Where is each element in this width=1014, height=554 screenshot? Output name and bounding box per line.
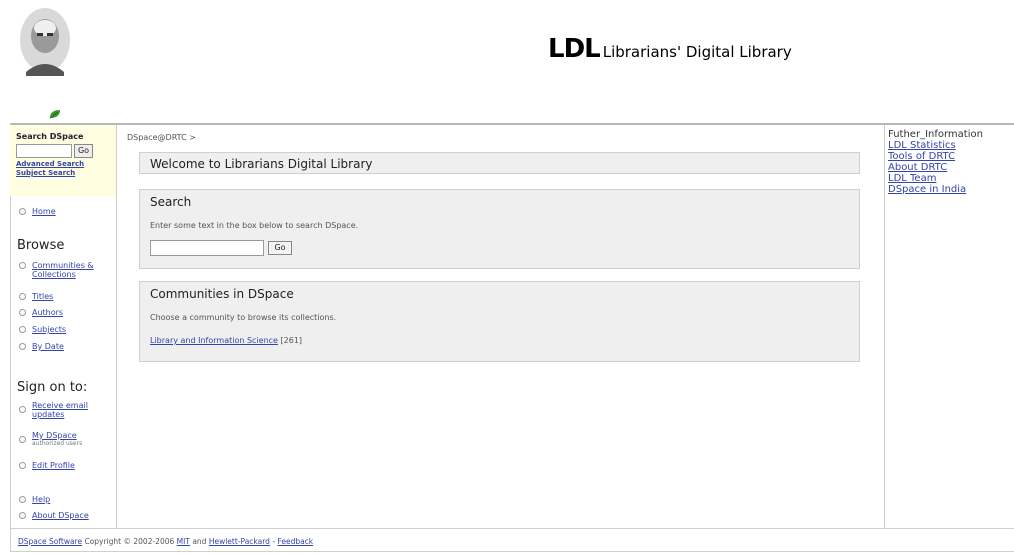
nav-item-receive-email[interactable]: Receive email updates: [10, 401, 108, 419]
bullet-icon: [19, 496, 26, 503]
ldl-team-link[interactable]: LDL Team: [888, 173, 1014, 184]
community-count: [261]: [280, 336, 303, 345]
bullet-icon: [19, 406, 26, 413]
nav-item-edit-profile[interactable]: Edit Profile: [10, 461, 75, 470]
subject-search-link[interactable]: Subject Search: [16, 169, 116, 178]
sidebar-go-button[interactable]: Go: [74, 144, 93, 158]
bullet-icon: [19, 343, 26, 350]
library-information-science-link[interactable]: Library and Information Science: [150, 336, 278, 345]
authors-link[interactable]: Authors: [32, 308, 63, 317]
further-information-title: Futher_Information: [888, 129, 983, 140]
feedback-link[interactable]: Feedback: [277, 537, 313, 546]
search-instructions: Enter some text in the box below to sear…: [150, 221, 359, 230]
dspace-in-india-link[interactable]: DSpace in India: [888, 184, 1014, 195]
bullet-icon: [19, 512, 26, 519]
nav-item-help[interactable]: Help: [10, 495, 50, 504]
sidebar-search-title: Search DSpace: [16, 132, 84, 141]
welcome-title: Welcome to Librarians Digital Library: [150, 157, 373, 171]
my-dspace-link[interactable]: My DSpace: [32, 431, 77, 440]
search-title: Search: [150, 195, 192, 209]
breadcrumb[interactable]: DSpace@DRTC >: [127, 133, 196, 142]
communities-instructions: Choose a community to browse its collect…: [150, 313, 337, 322]
sidebar-search-panel: Search DSpace Go Advanced Search Subject…: [10, 125, 116, 196]
left-sidebar: Search DSpace Go Advanced Search Subject…: [10, 125, 117, 528]
communities-collections-link[interactable]: Communities & Collections: [32, 261, 108, 279]
bullet-icon: [19, 262, 26, 269]
community-row: Library and Information Science [261]: [150, 336, 859, 345]
ldl-statistics-link[interactable]: LDL Statistics: [888, 140, 1014, 151]
nav-item-by-date[interactable]: By Date: [10, 342, 64, 351]
main-search-row: Go: [150, 240, 859, 256]
dspace-software-link[interactable]: DSpace Software: [18, 537, 82, 546]
separator-text: -: [272, 537, 276, 546]
footer: DSpace Software Copyright © 2002-2006 MI…: [10, 528, 1014, 551]
tools-of-drtc-link[interactable]: Tools of DRTC: [888, 151, 1014, 162]
main-search-input[interactable]: [150, 240, 264, 256]
logo-full-name: Librarians' Digital Library: [602, 43, 792, 61]
logo-abbr: LDL: [548, 34, 601, 64]
and-text: and: [192, 537, 207, 546]
founder-portrait-image: [20, 8, 70, 76]
titles-link[interactable]: Titles: [32, 292, 53, 301]
about-drtc-link[interactable]: About DRTC: [888, 162, 1014, 173]
edit-profile-link[interactable]: Edit Profile: [32, 461, 75, 470]
bullet-icon: [19, 436, 26, 443]
copyright-text: Copyright © 2002-2006: [84, 537, 175, 546]
hewlett-packard-link[interactable]: Hewlett-Packard: [209, 537, 270, 546]
authorized-users-note: authorized users: [32, 440, 83, 447]
bullet-icon: [19, 309, 26, 316]
search-box: Search Enter some text in the box below …: [139, 189, 860, 269]
bullet-icon: [19, 293, 26, 300]
help-link[interactable]: Help: [32, 495, 50, 504]
sidebar-search-row: Go: [16, 144, 116, 158]
communities-title: Communities in DSpace: [150, 287, 294, 301]
communities-box: Communities in DSpace Choose a community…: [139, 281, 860, 362]
home-link[interactable]: Home: [32, 207, 56, 216]
nav-item-about[interactable]: About DSpace: [10, 511, 89, 520]
leaf-icon: [49, 110, 60, 119]
browse-heading: Browse: [17, 238, 65, 253]
mit-link[interactable]: MIT: [177, 537, 190, 546]
nav-item-authors[interactable]: Authors: [10, 308, 63, 317]
advanced-search-link[interactable]: Advanced Search: [16, 160, 116, 169]
nav-item-communities[interactable]: Communities & Collections: [10, 261, 108, 279]
my-dspace-group: My DSpace authorized users: [32, 431, 82, 447]
nav-item-titles[interactable]: Titles: [10, 292, 53, 301]
about-dspace-link[interactable]: About DSpace: [32, 511, 89, 520]
welcome-box: Welcome to Librarians Digital Library: [139, 152, 860, 174]
nav-item-home[interactable]: Home: [10, 207, 56, 216]
by-date-link[interactable]: By Date: [32, 342, 64, 351]
main-go-button[interactable]: Go: [268, 241, 292, 255]
nav-item-subjects[interactable]: Subjects: [10, 325, 66, 334]
right-sidebar: Futher_Information LDL Statistics Tools …: [884, 125, 1014, 528]
sign-on-heading: Sign on to:: [17, 380, 88, 395]
nav-item-my-dspace[interactable]: My DSpace authorized users: [10, 431, 82, 447]
sidebar-search-input[interactable]: [16, 144, 72, 158]
bullet-icon: [19, 208, 26, 215]
brand-logo: LDL Librarians' Digital Library: [548, 34, 792, 64]
bullet-icon: [19, 462, 26, 469]
bullet-icon: [19, 326, 26, 333]
receive-email-link[interactable]: Receive email updates: [32, 401, 108, 419]
subjects-link[interactable]: Subjects: [32, 325, 66, 334]
